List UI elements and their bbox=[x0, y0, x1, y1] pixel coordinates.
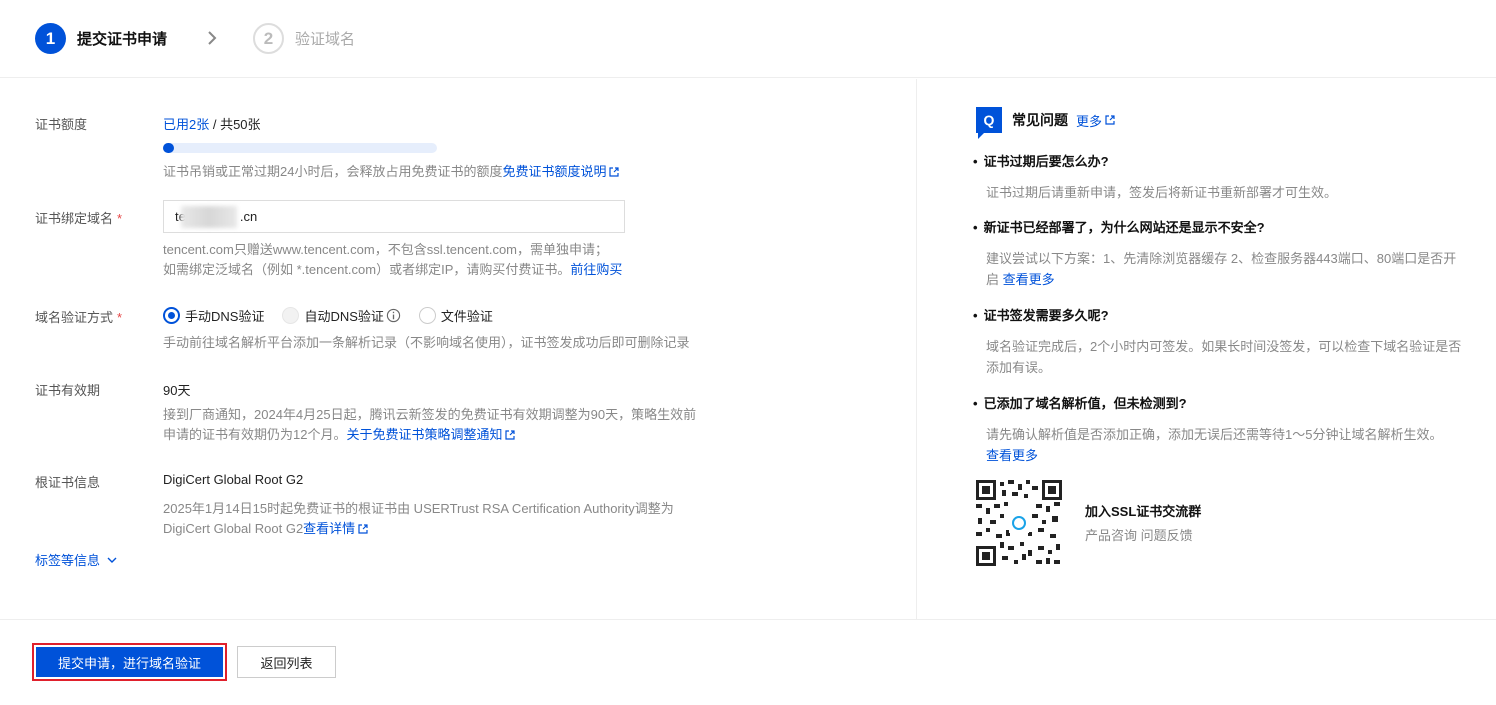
radio-manual-dns-label: 手动DNS验证 bbox=[185, 308, 265, 324]
faq-title: 常见问题 bbox=[1012, 112, 1068, 128]
radio-file[interactable]: 文件验证 bbox=[418, 306, 493, 325]
redaction-blur bbox=[181, 206, 237, 228]
required-mark: * bbox=[117, 310, 123, 325]
radio-checked-icon bbox=[163, 306, 180, 324]
external-link-icon bbox=[505, 430, 516, 440]
quota-separator: / bbox=[209, 117, 221, 132]
verify-label: 域名验证方式 * bbox=[35, 307, 122, 326]
faq-answer: 证书过期后请重新申请，签发后将新证书重新部署才可生效。 bbox=[986, 182, 1466, 203]
submit-button[interactable]: 提交申请，进行域名验证 bbox=[32, 643, 227, 681]
buy-link[interactable]: 前往购买 bbox=[570, 262, 622, 277]
quota-help-text: 证书吊销或正常过期24小时后，会释放占用免费证书的额度 bbox=[163, 164, 503, 179]
verify-method-group: 手动DNS验证 自动DNS验证 文件验证 bbox=[163, 305, 511, 325]
domain-label-text: 证书绑定域名 bbox=[35, 211, 114, 226]
faq-see-more-link[interactable]: 查看更多 bbox=[1003, 272, 1055, 287]
root-details-link[interactable]: 查看详情 bbox=[303, 521, 355, 536]
domain-label: 证书绑定域名 * bbox=[35, 208, 122, 227]
faq-header: Q 常见问题 更多 bbox=[976, 107, 1115, 139]
join-group-subtitle: 产品咨询 问题反馈 bbox=[1085, 528, 1193, 543]
footer-bar: 提交申请，进行域名验证 返回列表 bbox=[0, 619, 1496, 705]
tags-toggle[interactable]: 标签等信息 bbox=[35, 550, 118, 569]
root-help-line2: DigiCert Global Root G2查看详情 bbox=[163, 519, 674, 539]
faq-more-link[interactable]: 更多 bbox=[1076, 111, 1115, 130]
root-value: DigiCert Global Root G2 bbox=[163, 472, 304, 487]
application-form: 证书额度 已用2张 / 共50张 证书吊销或正常过期24小时后，会释放占用免费证… bbox=[0, 79, 917, 619]
domain-help-line2-text: 如需绑定泛域名（例如 *.tencent.com）或者绑定IP，请购买付费证书。 bbox=[163, 262, 571, 277]
back-to-list-button[interactable]: 返回列表 bbox=[237, 646, 336, 678]
step-2-label: 验证域名 bbox=[295, 31, 356, 48]
step-1-number: 1 bbox=[35, 23, 66, 54]
radio-auto-dns-label: 自动DNS验证 bbox=[304, 308, 384, 324]
required-mark: * bbox=[117, 211, 123, 226]
quota-label: 证书额度 bbox=[35, 117, 88, 132]
external-link-icon bbox=[1105, 115, 1115, 125]
step-2: 2 验证域名 bbox=[253, 23, 355, 54]
step-1: 1 提交证书申请 bbox=[35, 23, 167, 54]
faq-logo-icon: Q bbox=[976, 107, 1002, 139]
quota-progress-fill bbox=[163, 143, 174, 153]
validity-label: 证书有效期 bbox=[35, 383, 101, 398]
domain-help-line1: tencent.com只赠送www.tencent.com，不包含ssl.ten… bbox=[163, 242, 609, 257]
validity-help-line2-text: 申请的证书有效期仍为12个月。 bbox=[163, 427, 347, 442]
steps-bar: 1 提交证书申请 2 验证域名 bbox=[0, 0, 1496, 78]
domain-help: tencent.com只赠送www.tencent.com，不包含ssl.ten… bbox=[163, 240, 622, 280]
verify-help: 手动前往域名解析平台添加一条解析记录（不影响域名使用），证书签发成功后即可删除记… bbox=[163, 335, 690, 350]
root-help: 2025年1月14日15时起免费证书的根证书由 USERTrust RSA Ce… bbox=[163, 499, 674, 539]
radio-file-label: 文件验证 bbox=[440, 308, 493, 324]
faq-answer: 请先确认解析值是否添加正确，添加无误后还需等待1～5分钟让域名解析生效。 查看更多 bbox=[986, 424, 1466, 466]
verify-label-text: 域名验证方式 bbox=[35, 310, 114, 325]
policy-notice-link[interactable]: 关于免费证书策略调整通知 bbox=[346, 427, 502, 442]
tags-toggle-label: 标签等信息 bbox=[35, 553, 101, 568]
radio-auto-dns[interactable]: 自动DNS验证 bbox=[282, 306, 401, 325]
validity-help: 接到厂商通知，2024年4月25日起，腾讯云新签发的免费证书有效期调整为90天，… bbox=[163, 405, 696, 445]
root-help-line2-text: DigiCert Global Root G2 bbox=[163, 521, 304, 536]
quota-total: 共50张 bbox=[220, 117, 261, 132]
quota-help-link[interactable]: 免费证书额度说明 bbox=[502, 164, 606, 179]
domain-help-line2: 如需绑定泛域名（例如 *.tencent.com）或者绑定IP，请购买付费证书。… bbox=[163, 260, 622, 280]
radio-manual-dns[interactable]: 手动DNS验证 bbox=[163, 306, 264, 325]
step-1-label: 提交证书申请 bbox=[77, 31, 168, 48]
quota-help: 证书吊销或正常过期24小时后，会释放占用免费证书的额度免费证书额度说明 bbox=[163, 162, 620, 182]
quota-value: 已用2张 / 共50张 bbox=[163, 114, 261, 133]
faq-answer: 建议尝试以下方案：1、先清除浏览器缓存 2、检查服务器443端口、80端口是否开… bbox=[986, 248, 1466, 290]
external-link-icon bbox=[609, 167, 620, 177]
radio-unchecked-icon bbox=[418, 306, 436, 324]
join-group-title: 加入SSL证书交流群 bbox=[1085, 504, 1202, 519]
faq-question: 新证书已经部署了，为什么网站还是显示不安全? bbox=[973, 217, 1265, 236]
chevron-down-icon bbox=[107, 557, 117, 563]
faq-answer-text: 请先确认解析值是否添加正确，添加无误后还需等待1～5分钟让域名解析生效。 bbox=[986, 427, 1443, 442]
radio-disabled-icon bbox=[282, 306, 300, 324]
faq-see-more-link[interactable]: 查看更多 bbox=[986, 448, 1038, 463]
faq-question: 证书签发需要多久呢? bbox=[973, 305, 1109, 324]
validity-help-line1: 接到厂商通知，2024年4月25日起，腾讯云新签发的免费证书有效期调整为90天，… bbox=[163, 407, 697, 422]
root-label: 根证书信息 bbox=[35, 475, 101, 490]
external-link-icon bbox=[358, 524, 368, 534]
quota-progress-bar bbox=[163, 143, 437, 153]
faq-answer-text: 建议尝试以下方案：1、先清除浏览器缓存 2、检查服务器443端口、80端口是否开… bbox=[986, 251, 1457, 287]
faq-more-label: 更多 bbox=[1076, 113, 1103, 129]
faq-answer-text: 证书过期后请重新申请，签发后将新证书重新部署才可生效。 bbox=[986, 185, 1338, 200]
faq-question: 已添加了域名解析值，但未检测到? bbox=[973, 393, 1187, 412]
faq-answer: 域名验证完成后，2个小时内可签发。如果长时间没签发，可以检查下域名验证是否添加有… bbox=[986, 336, 1466, 378]
quota-used-link[interactable]: 已用2张 bbox=[163, 117, 209, 132]
faq-panel: Q 常见问题 更多 证书过期后要怎么办? 证书过期后请重新申请，签发后将新证书重… bbox=[918, 79, 1496, 619]
info-icon[interactable] bbox=[386, 308, 401, 323]
validity-help-line2: 申请的证书有效期仍为12个月。关于免费证书策略调整通知 bbox=[163, 425, 696, 445]
step-2-number: 2 bbox=[253, 23, 284, 54]
faq-answer-text: 域名验证完成后，2个小时内可签发。如果长时间没签发，可以检查下域名验证是否添加有… bbox=[986, 339, 1462, 375]
chevron-right-icon bbox=[208, 31, 217, 45]
domain-value-suffix: .cn bbox=[239, 209, 258, 224]
faq-question: 证书过期后要怎么办? bbox=[973, 151, 1109, 170]
root-help-line1: 2025年1月14日15时起免费证书的根证书由 USERTrust RSA Ce… bbox=[163, 501, 674, 516]
qr-code-icon bbox=[976, 480, 1062, 566]
validity-value: 90天 bbox=[163, 383, 191, 398]
